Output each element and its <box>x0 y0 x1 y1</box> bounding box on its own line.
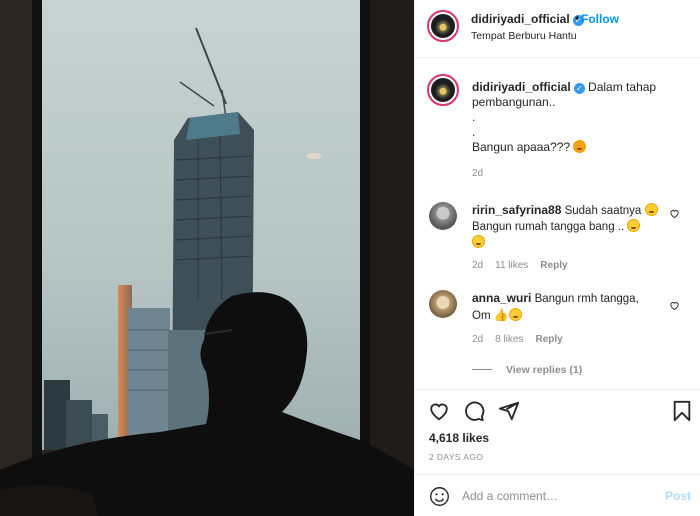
caption-username[interactable]: didiriyadi_official <box>472 80 571 94</box>
heart-icon[interactable] <box>428 400 450 422</box>
bookmark-icon[interactable] <box>671 400 693 422</box>
post-location[interactable]: Tempat Berburu Hantu <box>471 30 577 42</box>
post-comment-button[interactable]: Post <box>665 489 691 503</box>
comment-meta: 2d 8 likes Reply <box>472 334 575 345</box>
thumbs-up-emoji-icon: 👍 <box>493 308 509 322</box>
post-header: didiriyadi_official ✓ • Follow Tempat Ber… <box>415 0 700 58</box>
comment-meta: 2d 11 likes Reply <box>472 260 580 271</box>
caption-timestamp[interactable]: 2d <box>472 168 483 179</box>
likes-count[interactable]: 4,618 likes <box>429 431 489 445</box>
rofl-emoji-icon <box>627 219 641 232</box>
commenter-username[interactable]: anna_wuri <box>472 291 531 305</box>
photo-window-skyscraper-silhouette <box>0 0 414 516</box>
grin-emoji-icon <box>508 308 522 321</box>
author-avatar[interactable] <box>427 10 459 42</box>
caption-text: didiriyadi_official ✓ Dalam tahap pembang… <box>472 80 672 155</box>
post-actions: 4,618 likes 2 DAYS AGO <box>415 389 700 469</box>
caption-line: Bangun apaaa??? <box>472 140 571 154</box>
comment-likes[interactable]: 8 likes <box>495 334 523 345</box>
verified-badge-icon: ✓ <box>573 83 585 94</box>
commenter-avatar[interactable] <box>429 290 457 318</box>
caption-line: Dalam tahap <box>588 80 657 94</box>
caption-line: pembangunan.. <box>472 95 556 109</box>
follow-button[interactable]: Follow <box>581 12 619 26</box>
paper-plane-icon[interactable] <box>498 400 520 422</box>
post-date[interactable]: 2 DAYS AGO <box>429 452 483 462</box>
smiley-icon[interactable] <box>429 486 450 507</box>
comment-like-heart-icon[interactable] <box>669 300 680 311</box>
reply-button[interactable]: Reply <box>535 334 562 345</box>
laughing-emoji-icon <box>644 203 658 216</box>
add-comment-bar: Post <box>415 474 700 516</box>
author-username[interactable]: didiriyadi_official ✓ <box>471 12 584 26</box>
grin-emoji-icon <box>472 235 485 248</box>
grinning-emoji-icon <box>573 140 587 153</box>
header-dot-separator: • <box>575 11 580 25</box>
comment-text: anna_wuri Bangun rmh tangga, Om 👍 <box>472 291 639 322</box>
post-details-panel: didiriyadi_official ✓ • Follow Tempat Ber… <box>414 0 700 516</box>
commenter-avatar[interactable] <box>429 202 457 230</box>
comments-list[interactable]: didiriyadi_official ✓ Dalam tahap pembang… <box>415 58 700 390</box>
comment-bubble-icon[interactable] <box>463 400 485 422</box>
post-photo[interactable] <box>0 0 414 516</box>
comment-text: ririn_safyrina88 Sudah saatnya Bangun ru… <box>472 202 668 251</box>
add-comment-input[interactable] <box>462 486 652 506</box>
comment-timestamp[interactable]: 2d <box>472 334 483 345</box>
commenter-username[interactable]: ririn_safyrina88 <box>472 203 561 217</box>
caption-line: . <box>472 110 476 124</box>
comment-like-heart-icon[interactable] <box>669 208 680 219</box>
view-replies-button[interactable]: View replies (1) <box>472 364 582 376</box>
reply-button[interactable]: Reply <box>540 260 567 271</box>
view-replies-line <box>472 369 492 370</box>
comment-likes[interactable]: 11 likes <box>495 260 528 271</box>
comment-timestamp[interactable]: 2d <box>472 260 483 271</box>
caption-avatar[interactable] <box>427 74 459 106</box>
caption-line: . <box>472 125 476 139</box>
